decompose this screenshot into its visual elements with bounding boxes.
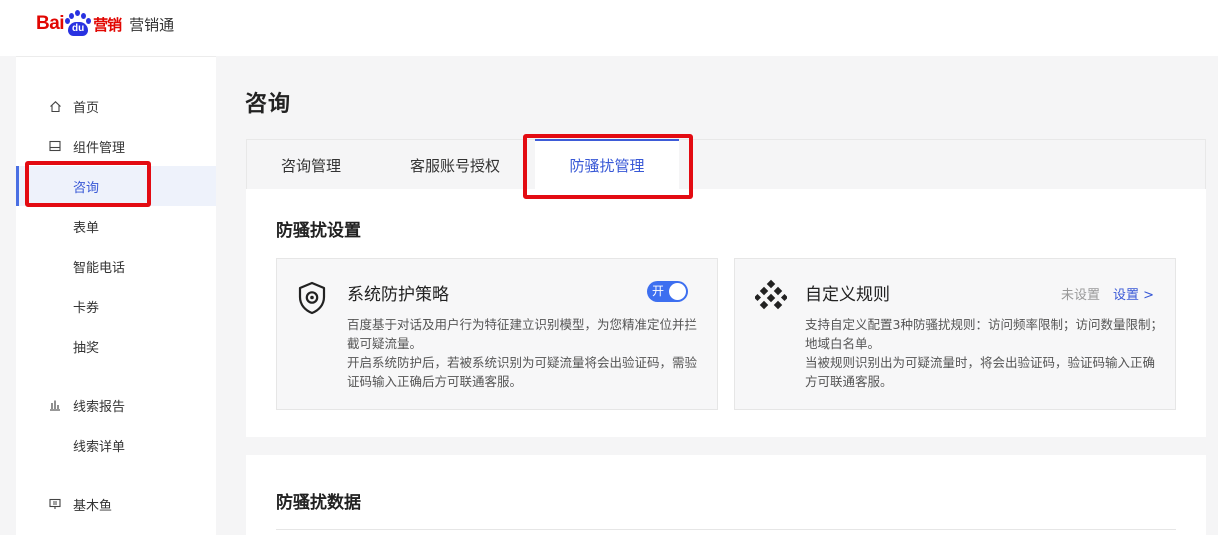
system-policy-panel: 系统防护策略 开 百度基于对话及用户行为特征建立识别模型，为您精准定位并拦截可疑… — [276, 258, 718, 410]
custom-rules-status: 未设置 — [1061, 288, 1101, 303]
sidebar-item-components[interactable]: 组件管理 — [16, 126, 216, 166]
toggle-knob — [669, 283, 686, 300]
sidebar-item-label: 基木鱼 — [73, 498, 113, 514]
tab-bar: 咨询管理 客服账号授权 防骚扰管理 — [246, 139, 1206, 190]
logo-cn-text: 营销 — [93, 15, 122, 34]
description-line: 当被规则识别出为可疑流量时，将会出验证码，验证码输入正确方可联通客服。 — [805, 355, 1156, 389]
custom-rules-description: 支持自定义配置3种防骚扰规则：访问频率限制；访问数量限制；地域白名单。 当被规则… — [805, 315, 1163, 391]
logo-paw-text: du — [68, 22, 89, 36]
system-policy-toggle[interactable]: 开 — [647, 281, 688, 302]
page-title: 咨询 — [245, 92, 292, 117]
sidebar-item-lead-report[interactable]: 线索报告 — [16, 385, 216, 425]
baidu-logo[interactable]: Bai du 营销 营销通 — [36, 8, 174, 40]
sidebar-item-label: 组件管理 — [73, 140, 126, 156]
tab-consult-management[interactable]: 咨询管理 — [247, 140, 375, 190]
baidu-paw-icon: du — [65, 10, 92, 38]
sidebar-item-jimuyu[interactable]: 基木鱼 — [16, 484, 216, 524]
custom-rules-panel: 自定义规则 未设置 设置 > 支持自定义配置3种防骚扰规则：访问频率限制；访问数… — [734, 258, 1176, 410]
sidebar-item-label: 线索报告 — [73, 399, 126, 415]
custom-rules-title: 自定义规则 — [805, 285, 890, 305]
home-icon — [48, 99, 62, 113]
sidebar-item-label: 线索详单 — [73, 439, 126, 455]
monitor-icon — [48, 497, 62, 511]
description-line: 支持自定义配置3种防骚扰规则：访问频率限制；访问数量限制；地域白名单。 — [805, 317, 1163, 351]
custom-rules-settings-link[interactable]: 设置 > — [1113, 284, 1154, 303]
section-title-data: 防骚扰数据 — [276, 493, 361, 513]
tab-service-account-auth[interactable]: 客服账号授权 — [393, 140, 517, 190]
highlight-box-sidebar-consult — [25, 161, 151, 207]
bar-chart-icon — [48, 398, 62, 412]
shield-icon — [297, 281, 327, 315]
system-policy-description: 百度基于对话及用户行为特征建立识别模型，为您精准定位并拦截可疑流量。 开启系统防… — [347, 315, 705, 391]
sidebar-item-lottery[interactable]: 抽奖 — [16, 326, 216, 366]
product-name: 营销通 — [129, 15, 175, 34]
sidebar-item-smart-phone[interactable]: 智能电话 — [16, 246, 216, 286]
top-header: Bai du 营销 营销通 — [0, 0, 1218, 56]
sidebar-item-label: 卡券 — [73, 300, 100, 316]
divider — [276, 529, 1176, 530]
sidebar-item-form[interactable]: 表单 — [16, 206, 216, 246]
logo-latin-text: Bai — [36, 13, 65, 34]
section-title-settings: 防骚扰设置 — [276, 221, 361, 241]
toggle-label: 开 — [652, 284, 665, 298]
diamond-grid-icon — [753, 279, 789, 313]
component-icon — [48, 139, 62, 153]
system-policy-title: 系统防护策略 — [347, 285, 449, 305]
sidebar-item-coupons[interactable]: 卡券 — [16, 286, 216, 326]
sidebar: 首页 组件管理 咨询 表单 智能电话 卡券 抽奖 线索报告 线索详单 基木鱼 — [16, 56, 216, 535]
data-card — [246, 455, 1206, 535]
sidebar-item-lead-details[interactable]: 线索详单 — [16, 425, 216, 465]
highlight-box-tab-anti-harassment — [523, 134, 693, 199]
sidebar-item-label: 智能电话 — [73, 260, 126, 276]
description-line: 开启系统防护后，若被系统识别为可疑流量将会出验证码，需验证码输入正确后方可联通客… — [347, 355, 698, 389]
sidebar-item-label: 首页 — [73, 100, 100, 116]
sidebar-item-home[interactable]: 首页 — [16, 86, 216, 126]
sidebar-item-label: 表单 — [73, 220, 100, 236]
description-line: 百度基于对话及用户行为特征建立识别模型，为您精准定位并拦截可疑流量。 — [347, 317, 698, 351]
sidebar-item-label: 抽奖 — [73, 340, 100, 356]
